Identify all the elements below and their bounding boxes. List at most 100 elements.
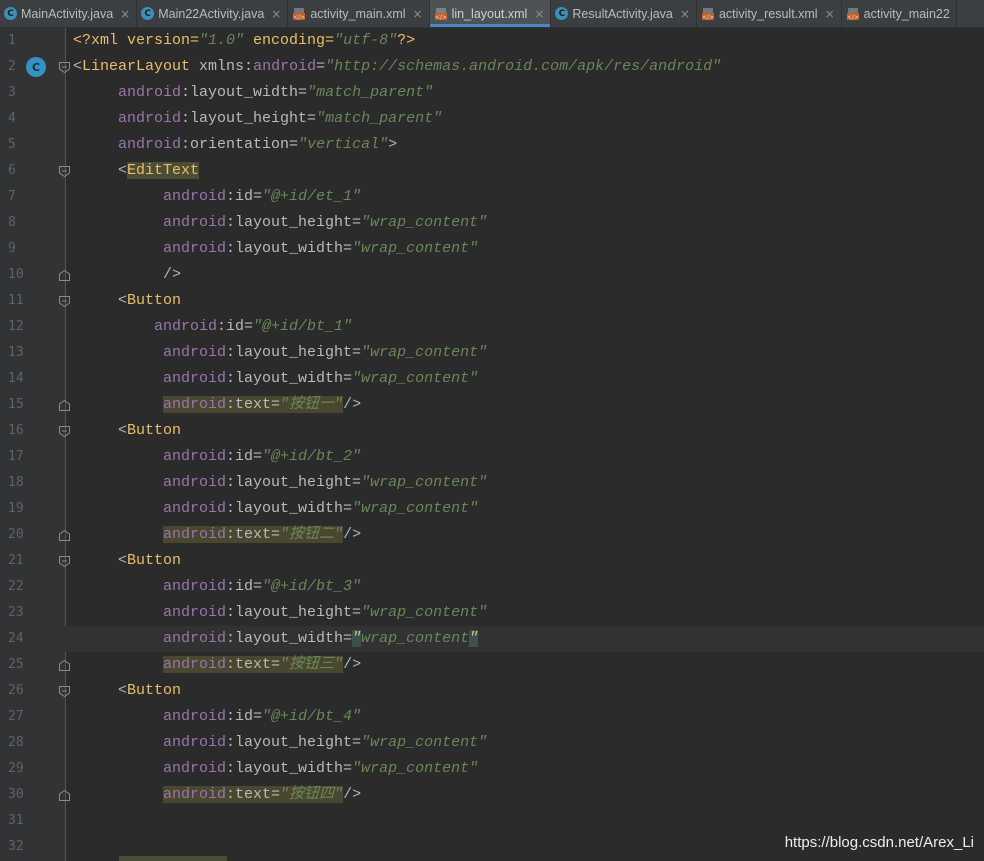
code-line[interactable]: 18 android:layout_height="wrap_content"	[0, 470, 984, 496]
code-line[interactable]: 26 <Button	[0, 678, 984, 704]
fold-end-icon[interactable]	[58, 529, 71, 542]
code-line[interactable]: 13 android:layout_height="wrap_content"	[0, 340, 984, 366]
code-line[interactable]: 12 android:id="@+id/bt_1"	[0, 314, 984, 340]
code-line[interactable]: 29 android:layout_width="wrap_content"	[0, 756, 984, 782]
tab-lin-layout-xml[interactable]: </> lin_layout.xml ×	[429, 0, 552, 27]
tab-activity-main22[interactable]: </> activity_main22	[842, 0, 957, 27]
fold-collapse-icon[interactable]	[58, 425, 71, 438]
line-number: 7	[8, 189, 16, 204]
close-icon[interactable]: ×	[120, 7, 130, 21]
code-line[interactable]: 2 C <LinearLayout xmlns:android="http://sc…	[0, 54, 984, 80]
line-number: 25	[8, 657, 24, 672]
code-line[interactable]: 22 android:id="@+id/bt_3"	[0, 574, 984, 600]
code-editor[interactable]: 1 <?xml version="1.0" encoding="utf-8"?> 2…	[0, 28, 984, 861]
code-line[interactable]: 8 android:layout_height="wrap_content"	[0, 210, 984, 236]
code-line[interactable]: 9 android:layout_width="wrap_content"	[0, 236, 984, 262]
fold-collapse-icon[interactable]	[58, 685, 71, 698]
tab-main22activity-java[interactable]: C Main22Activity.java ×	[137, 0, 289, 27]
line-number: 30	[8, 787, 24, 802]
class-usage-gutter-icon[interactable]: C	[26, 57, 46, 77]
code-token: "wrap_content"	[361, 734, 488, 751]
code-token: android	[163, 604, 227, 621]
close-icon[interactable]: ×	[534, 7, 544, 21]
line-number: 20	[8, 527, 24, 542]
code-line[interactable]: 15 android:text="按钮一"/>	[0, 392, 984, 418]
line-number: 23	[8, 605, 24, 620]
tab-label: lin_layout.xml	[451, 6, 528, 21]
code-token: android	[118, 110, 182, 127]
fold-collapse-icon[interactable]	[58, 165, 71, 178]
code-token: <	[73, 58, 83, 75]
code-line[interactable]: 5 android:orientation="vertical">	[0, 132, 984, 158]
close-icon[interactable]: ×	[825, 7, 835, 21]
code-line[interactable]: 14 android:layout_width="wrap_content"	[0, 366, 984, 392]
code-line[interactable]: 24 android:layout_width="wrap_content"	[0, 626, 984, 652]
code-token: Button	[127, 552, 182, 569]
tab-activity-main-xml[interactable]: </> activity_main.xml ×	[288, 0, 430, 27]
code-line[interactable]: 4 android:layout_height="match_parent"	[0, 106, 984, 132]
code-token: :layout_width=	[226, 760, 353, 777]
code-token: <	[73, 422, 128, 439]
code-line[interactable]: 23 android:layout_height="wrap_content"	[0, 600, 984, 626]
code-token: android	[163, 448, 227, 465]
code-line[interactable]: 3 android:layout_width="match_parent"	[0, 80, 984, 106]
code-token: "wrap_content"	[361, 344, 488, 361]
code-line[interactable]: 20 android:text="按钮二"/>	[0, 522, 984, 548]
code-line[interactable]: 17 android:id="@+id/bt_2"	[0, 444, 984, 470]
code-token: :layout_width=	[226, 370, 353, 387]
close-icon[interactable]: ×	[680, 7, 690, 21]
code-text: android:layout_height="wrap_content"	[73, 470, 487, 496]
fold-end-icon[interactable]	[58, 789, 71, 802]
fold-collapse-icon[interactable]	[58, 295, 71, 308]
code-token: "@+id/et_1"	[262, 188, 362, 205]
code-token: :layout_width=	[226, 240, 353, 257]
code-token: :text=	[226, 526, 281, 543]
code-token: "vertical"	[298, 136, 389, 153]
code-line[interactable]: 10 />	[0, 262, 984, 288]
code-token: :id=	[226, 708, 263, 725]
code-token: <	[73, 552, 128, 569]
line-number: 8	[8, 215, 16, 230]
fold-collapse-icon[interactable]	[58, 61, 71, 74]
code-token: "@+id/bt_2"	[262, 448, 362, 465]
code-token: "按钮二"	[280, 526, 344, 543]
tab-activity-result-xml[interactable]: </> activity_result.xml ×	[697, 0, 842, 27]
code-line[interactable]: 1 <?xml version="1.0" encoding="utf-8"?>	[0, 28, 984, 54]
code-text: android:layout_height="match_parent"	[73, 106, 442, 132]
code-token: />	[73, 266, 182, 283]
code-line[interactable]: 27 android:id="@+id/bt_4"	[0, 704, 984, 730]
line-number: 14	[8, 371, 24, 386]
code-token: android	[163, 708, 227, 725]
line-number: 12	[8, 319, 24, 334]
code-line[interactable]: 19 android:layout_width="wrap_content"	[0, 496, 984, 522]
fold-collapse-icon[interactable]	[58, 555, 71, 568]
code-line[interactable]: 30 android:text="按钮四"/>	[0, 782, 984, 808]
tab-mainactivity-java[interactable]: C MainActivity.java ×	[0, 0, 138, 27]
code-line[interactable]: 16 <Button	[0, 418, 984, 444]
close-icon[interactable]: ×	[271, 7, 281, 21]
code-text: <Button	[73, 678, 181, 704]
code-token: "wrap_content"	[361, 214, 488, 231]
fold-end-icon[interactable]	[58, 659, 71, 672]
code-text: />	[73, 262, 181, 288]
code-token: />	[343, 396, 362, 413]
fold-end-icon[interactable]	[58, 269, 71, 282]
code-line[interactable]: 21 <Button	[0, 548, 984, 574]
code-line[interactable]: 31	[0, 808, 984, 834]
close-icon[interactable]: ×	[413, 7, 423, 21]
code-line[interactable]: 11 <Button	[0, 288, 984, 314]
line-number: 9	[8, 241, 16, 256]
code-text: android:id="@+id/et_1"	[73, 184, 361, 210]
code-line[interactable]: 25 android:text="按钮三"/>	[0, 652, 984, 678]
fold-end-icon[interactable]	[58, 399, 71, 412]
tab-resultactivity-java[interactable]: C ResultActivity.java ×	[551, 0, 697, 27]
code-line[interactable]: 6 <EditText	[0, 158, 984, 184]
code-line[interactable]: 28 android:layout_height="wrap_content"	[0, 730, 984, 756]
code-token: :layout_height=	[226, 734, 362, 751]
code-token: android	[118, 84, 182, 101]
code-text: <Button	[73, 288, 181, 314]
code-line[interactable]: 7 android:id="@+id/et_1"	[0, 184, 984, 210]
